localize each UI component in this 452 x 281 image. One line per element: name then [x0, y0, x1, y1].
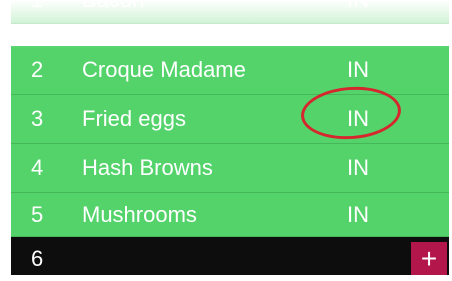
item-number: 5 [31, 202, 44, 227]
item-status[interactable]: IN [347, 95, 369, 143]
list-item[interactable]: 5 Mushrooms IN [11, 193, 449, 237]
item-number: 3 [31, 106, 44, 131]
list-item[interactable]: 2 Croque Madame IN [11, 46, 449, 95]
item-number: 4 [31, 155, 44, 180]
list-item[interactable]: 4 Hash Browns IN [11, 144, 449, 193]
item-name: Hash Browns [82, 155, 213, 180]
item-list: 1 Bacon IN 2 Croque Madame IN 3 Fried eg… [11, 0, 449, 275]
item-status[interactable]: IN [347, 144, 369, 192]
item-name: Mushrooms [82, 202, 197, 227]
item-name: Fried eggs [82, 106, 186, 131]
item-status[interactable]: IN [347, 193, 369, 237]
item-number: 1 [31, 0, 43, 24]
item-number: 2 [31, 57, 44, 82]
item-name: Croque Madame [82, 57, 246, 82]
item-status[interactable]: IN [347, 0, 369, 24]
item-name: Bacon [82, 0, 144, 24]
new-item-number: 6 [31, 246, 44, 271]
add-item-button[interactable]: + [411, 242, 447, 275]
list-item[interactable]: 1 Bacon IN [11, 0, 449, 24]
list-item[interactable]: 3 Fried eggs IN [11, 95, 449, 144]
new-item-row[interactable]: 6 + [11, 237, 449, 275]
item-status[interactable]: IN [347, 46, 369, 94]
